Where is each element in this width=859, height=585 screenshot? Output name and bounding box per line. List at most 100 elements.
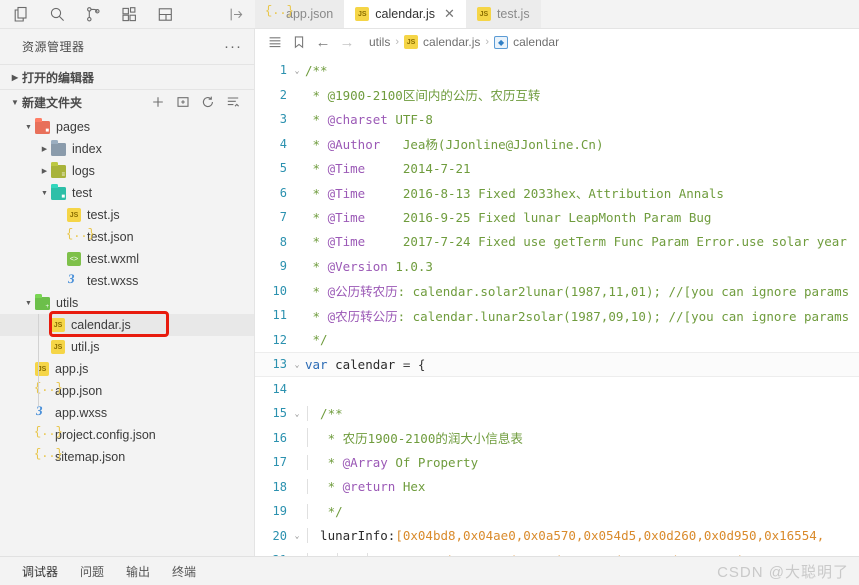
code-line[interactable]: 2 * @1900-2100区间内的公历、农历互转 — [255, 83, 859, 108]
fold-toggle-icon[interactable]: ⌄ — [289, 66, 305, 75]
code-line[interactable]: 7 * @Time 2016-9-25 Fixed lunar LeapMont… — [255, 205, 859, 230]
breadcrumb-segment-utils[interactable]: utils — [369, 35, 390, 49]
tree-folder-row[interactable]: ▼ ■ pages — [0, 116, 254, 138]
line-number: 11 — [272, 308, 287, 323]
search-icon[interactable] — [46, 3, 68, 25]
code-token: @Time — [327, 160, 366, 176]
code-token: * — [305, 234, 328, 250]
tree-file-row[interactable]: test.wxss — [0, 270, 254, 292]
tree-folder-row[interactable]: ▶ ≡ logs — [0, 160, 254, 182]
panel-tab-problems[interactable]: 问题 — [80, 563, 104, 580]
tree-file-row[interactable]: project.config.json — [0, 424, 254, 446]
fold-toggle-icon[interactable]: ⌄ — [289, 409, 305, 418]
code-line[interactable]: 12 */ — [255, 328, 859, 353]
code-line[interactable]: 15 ⌄ /** — [255, 401, 859, 426]
code-token: @Author — [327, 137, 381, 153]
tab-app-json[interactable]: app.json — [255, 0, 344, 28]
tree-file-row[interactable]: test.json — [0, 226, 254, 248]
section-open-editors[interactable]: ▶ 打开的编辑器 — [0, 64, 254, 89]
code-token: @Array — [342, 454, 388, 470]
code-text: * @公历转农历: calendar.solar2lunar(1987,11,0… — [305, 281, 859, 300]
section-workspace-folder[interactable]: ▼ 新建文件夹 — [0, 89, 254, 114]
tab-bar-empty-area — [540, 0, 859, 28]
code-line[interactable]: 8 * @Time 2017-7-24 Fixed use getTerm Fu… — [255, 230, 859, 255]
code-line[interactable]: 20 ⌄ lunarInfo:[0x04bd8,0x04ae0,0x0a570,0… — [255, 524, 859, 549]
fold-toggle-icon[interactable]: ⌄ — [289, 360, 305, 369]
fold-toggle-icon[interactable]: ⌄ — [289, 531, 305, 540]
panel-tab-debugger[interactable]: 调试器 — [22, 563, 58, 580]
code-line[interactable]: 14 — [255, 377, 859, 402]
tree-item-label: app.js — [55, 362, 89, 376]
tree-folder-row[interactable]: ▶ index — [0, 138, 254, 160]
explorer-icon[interactable] — [10, 3, 32, 25]
folder-icon: ≡ — [51, 164, 66, 178]
code-token: lunarInfo: — [305, 528, 396, 544]
tree-item-label: test.wxml — [87, 252, 140, 266]
tree-file-row[interactable]: sitemap.json — [0, 446, 254, 468]
explorer-more-icon[interactable]: ··· — [224, 38, 242, 55]
symbol-variable-icon: ◆ — [494, 35, 509, 49]
toggle-sidebar-icon[interactable] — [225, 3, 247, 25]
line-number: 20 — [272, 528, 287, 543]
code-line[interactable]: 1 ⌄/** — [255, 58, 859, 83]
tree-file-row[interactable]: test.wxml — [0, 248, 254, 270]
code-line[interactable]: 21 0x04ae0,0x0a5b6,0x0a4d0,0x0d250,0x1d2… — [255, 548, 859, 556]
json-file-icon — [34, 425, 63, 442]
chevron-down-icon[interactable]: ▼ — [38, 190, 51, 197]
new-file-icon[interactable] — [151, 95, 165, 109]
panel-tab-output[interactable]: 输出 — [126, 563, 150, 580]
chevron-down-icon[interactable]: ▼ — [22, 124, 35, 131]
breadcrumb-segment-symbol-calendar[interactable]: ◆ calendar — [494, 35, 559, 49]
chevron-right-icon[interactable]: ▶ — [38, 145, 51, 153]
code-indent-guide — [307, 528, 308, 544]
panel-tab-terminal[interactable]: 终端 — [172, 563, 196, 580]
code-line[interactable]: 5 * @Time 2014-7-21 — [255, 156, 859, 181]
code-line[interactable]: 3 * @charset UTF-8 — [255, 107, 859, 132]
code-token: * — [305, 308, 328, 324]
code-line[interactable]: 13 ⌄ var calendar = { — [255, 352, 859, 377]
collapse-all-icon[interactable] — [226, 95, 240, 109]
back-arrow-icon[interactable]: ← — [311, 34, 335, 51]
refresh-icon[interactable] — [201, 95, 215, 109]
tab-test-js[interactable]: test.js — [466, 0, 541, 28]
tab-close-icon[interactable]: ✕ — [444, 6, 455, 22]
file-tree: ▼■pages▶index▶≡logs▼■testtest.jstest.jso… — [0, 114, 254, 556]
extensions-icon[interactable] — [118, 3, 140, 25]
csdn-watermark: CSDN @大聪明了 — [717, 564, 849, 581]
save-layout-icon[interactable] — [154, 3, 176, 25]
line-number: 14 — [272, 381, 287, 396]
code-line[interactable]: 9 * @Version 1.0.3 — [255, 254, 859, 279]
code-token: * — [305, 88, 328, 104]
chevron-right-icon[interactable]: ▶ — [38, 167, 51, 175]
code-line[interactable]: 4 * @Author Jea杨(JJonline@JJonline.Cn) — [255, 132, 859, 157]
source-control-icon[interactable] — [82, 3, 104, 25]
tree-folder-row[interactable]: ▼ + utils — [0, 292, 254, 314]
code-line[interactable]: 6 * @Time 2016-8-13 Fixed 2033hex、Attrib… — [255, 181, 859, 206]
section-label: 新建文件夹 — [22, 95, 83, 110]
code-line[interactable]: 18 * @return Hex — [255, 475, 859, 500]
vscode-window: app.json calendar.js ✕ test.js 资源管理器 ···… — [0, 0, 859, 585]
line-number: 17 — [272, 455, 287, 470]
chevron-down-icon[interactable]: ▼ — [22, 300, 35, 307]
code-line[interactable]: 19 */ — [255, 499, 859, 524]
code-indent-guide — [307, 454, 308, 470]
breadcrumb-segment-calendar-js[interactable]: calendar.js — [404, 35, 480, 49]
code-token: : calendar.solar2lunar(1987,11,01); //[y… — [397, 284, 850, 300]
code-editor[interactable]: 1 ⌄/** 2 * @1900-2100区间内的公历、农历互转 3 * @chars… — [255, 55, 859, 556]
chevron-down-icon: ▼ — [11, 97, 19, 107]
code-token: * — [305, 209, 328, 225]
outline-icon[interactable] — [263, 35, 287, 49]
code-line[interactable]: 11 * @农历转公历: calendar.lunar2solar(1987,0… — [255, 303, 859, 328]
code-line[interactable]: 17 * @Array Of Property — [255, 450, 859, 475]
tab-calendar-js[interactable]: calendar.js ✕ — [344, 0, 466, 28]
code-token: @公历转农历 — [327, 284, 398, 300]
code-token: */ — [305, 332, 328, 348]
tree-file-row[interactable]: test.js — [0, 204, 254, 226]
forward-arrow-icon[interactable]: → — [335, 34, 359, 51]
code-line[interactable]: 10 * @公历转农历: calendar.solar2lunar(1987,1… — [255, 279, 859, 304]
code-line[interactable]: 16 * 农历1900-2100的润大小信息表 — [255, 426, 859, 451]
bookmark-icon[interactable] — [287, 35, 311, 49]
new-folder-icon[interactable] — [176, 95, 190, 109]
section-actions — [151, 95, 246, 109]
tree-folder-row[interactable]: ▼ ■ test — [0, 182, 254, 204]
